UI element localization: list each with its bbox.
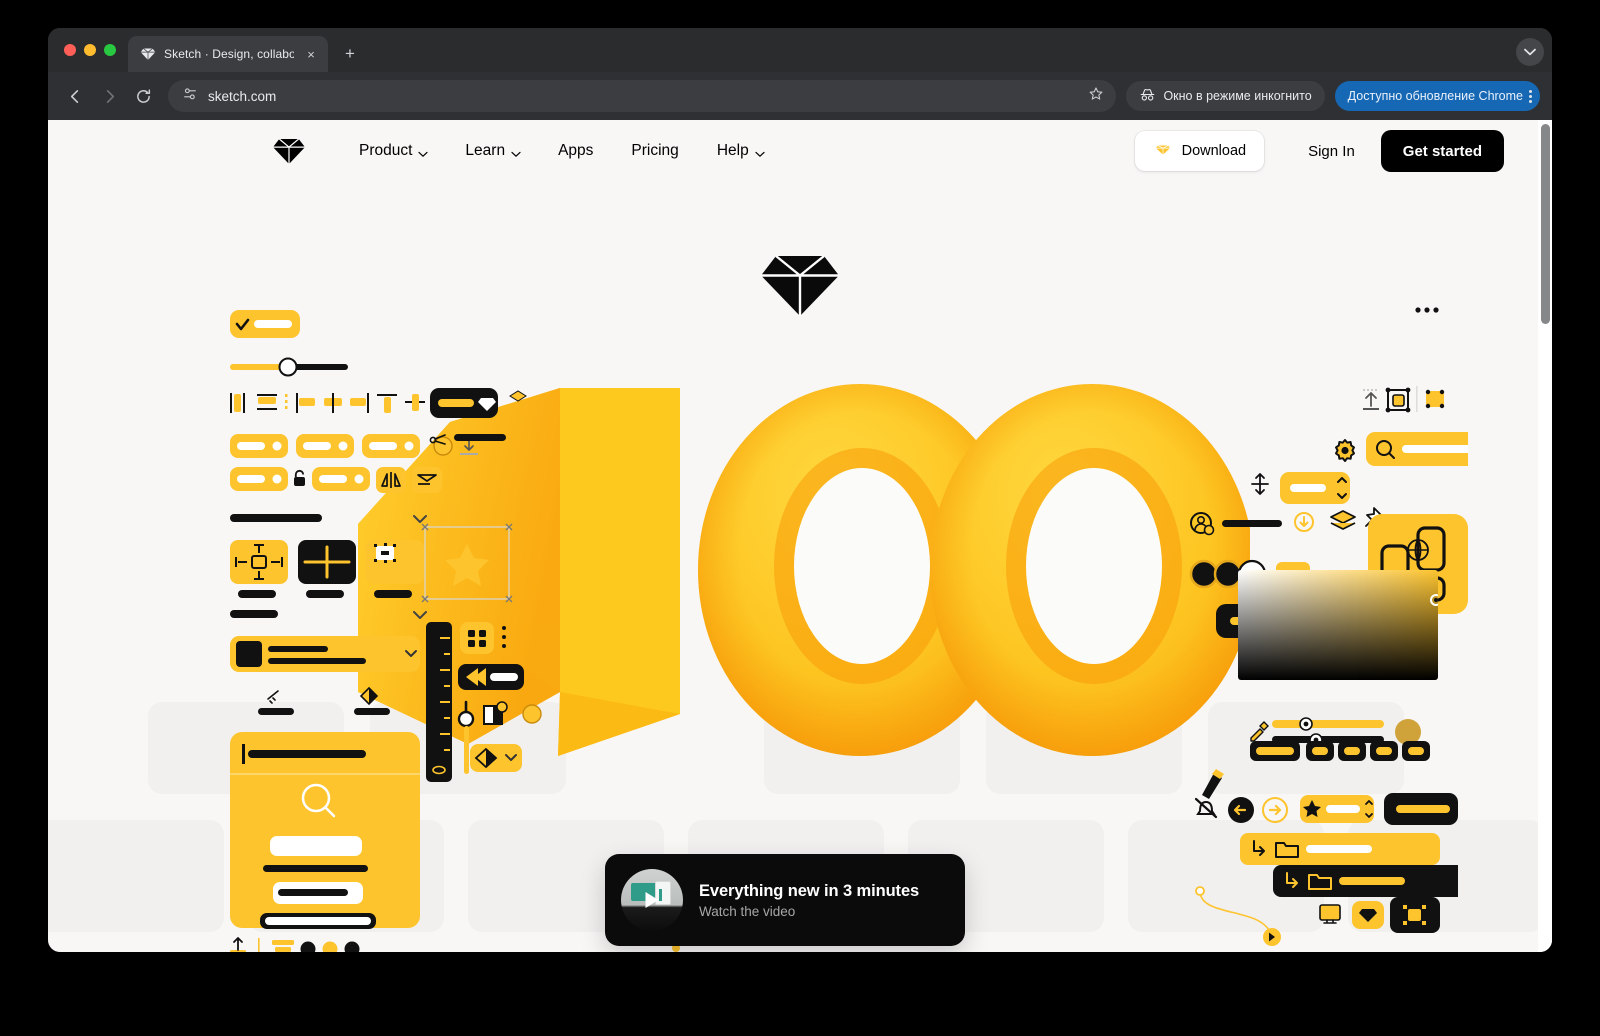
gear-icon bbox=[1335, 439, 1355, 462]
star-selection-box bbox=[421, 523, 513, 603]
tab-close-icon[interactable]: × bbox=[302, 45, 320, 63]
arrow-right-circle-icon bbox=[1262, 797, 1288, 823]
video-subtitle: Watch the video bbox=[699, 903, 796, 919]
watch-video-card[interactable]: Everything new in 3 minutes Watch the vi… bbox=[605, 854, 965, 946]
color-swatch-icon bbox=[483, 701, 508, 725]
layers-icon bbox=[1330, 510, 1356, 530]
url-text: sketch.com bbox=[208, 88, 277, 104]
window-traffic-lights bbox=[60, 28, 128, 72]
nav-item-pricing[interactable]: Pricing bbox=[612, 132, 697, 170]
kebab-menu-icon[interactable] bbox=[1529, 89, 1532, 103]
incognito-icon bbox=[1139, 88, 1156, 105]
get-started-button[interactable]: Get started bbox=[1380, 130, 1504, 172]
tune-icon[interactable] bbox=[182, 86, 198, 107]
nav-links: Product Learn Apps Pricing Help bbox=[340, 132, 783, 170]
browser-toolbar: sketch.com Окно в режиме инкогнито Досту… bbox=[48, 72, 1552, 120]
play-icon bbox=[645, 892, 659, 908]
ruler-icon bbox=[426, 622, 452, 782]
download-button[interactable]: Download bbox=[1134, 131, 1265, 171]
video-title: Everything new in 3 minutes bbox=[699, 881, 920, 900]
sketch-app-icon bbox=[1152, 139, 1173, 163]
grid-icon bbox=[460, 622, 494, 654]
sketch-logo-icon[interactable] bbox=[272, 138, 306, 165]
page-viewport: Product Learn Apps Pricing Help Download… bbox=[48, 120, 1552, 952]
browser-window: Sketch · Design, collaborate, × + bbox=[48, 28, 1552, 952]
chevron-down-icon bbox=[418, 145, 429, 157]
video-thumbnail bbox=[621, 869, 683, 931]
arrow-left-circle-icon bbox=[1228, 797, 1254, 823]
resize-vertical-icon bbox=[1251, 473, 1269, 495]
person-gear-icon bbox=[1425, 389, 1445, 409]
page-scrollbar[interactable] bbox=[1538, 120, 1552, 952]
nav-item-label: Help bbox=[716, 142, 749, 159]
reload-button[interactable] bbox=[128, 81, 158, 111]
right-lower-ui-collage bbox=[1188, 767, 1458, 947]
nav-item-help[interactable]: Help bbox=[698, 132, 783, 170]
more-vertical-icon bbox=[502, 626, 506, 648]
window-close-button[interactable] bbox=[64, 44, 76, 56]
color-swatch-buttons-row bbox=[1250, 737, 1430, 767]
export-icon bbox=[1363, 389, 1379, 410]
tab-title: Sketch · Design, collaborate, bbox=[164, 47, 294, 61]
window-zoom-button[interactable] bbox=[104, 44, 116, 56]
update-label: Доступно обновление Chrome bbox=[1347, 89, 1523, 103]
nav-item-apps[interactable]: Apps bbox=[539, 132, 612, 170]
download-label: Download bbox=[1181, 143, 1247, 159]
site-navigation: Product Learn Apps Pricing Help Download… bbox=[48, 120, 1552, 182]
address-bar[interactable]: sketch.com bbox=[168, 80, 1117, 112]
nav-item-label: Product bbox=[359, 142, 413, 159]
hero-sketch-diamond-icon bbox=[759, 254, 841, 318]
incognito-label: Окно в режиме инкогнито bbox=[1163, 89, 1312, 103]
incognito-indicator[interactable]: Окно в режиме инкогнито bbox=[1126, 81, 1325, 111]
bell-off-icon bbox=[1194, 797, 1218, 819]
person-gear-icon bbox=[1190, 512, 1215, 536]
chevron-down-icon bbox=[755, 145, 765, 157]
lock-icon bbox=[294, 469, 305, 486]
desktop-backdrop: Sketch · Design, collaborate, × + bbox=[0, 0, 1600, 1036]
chrome-update-button[interactable]: Доступно обновление Chrome bbox=[1334, 81, 1540, 111]
symbol-icon bbox=[1385, 387, 1411, 413]
star-icon[interactable] bbox=[1088, 86, 1104, 106]
monitor-icon bbox=[1319, 904, 1341, 924]
download-circle-icon bbox=[1294, 512, 1314, 532]
sign-in-link[interactable]: Sign In bbox=[1282, 143, 1381, 160]
tab-search-chevron-down-icon[interactable] bbox=[1516, 38, 1544, 66]
nav-item-product[interactable]: Product bbox=[340, 132, 446, 170]
hero-section: Everything new in 3 minutes Watch the vi… bbox=[48, 182, 1552, 952]
forward-button[interactable] bbox=[94, 81, 124, 111]
new-tab-button[interactable]: + bbox=[336, 40, 364, 68]
browser-tab[interactable]: Sketch · Design, collaborate, × bbox=[128, 36, 328, 72]
chevron-down-icon bbox=[511, 145, 521, 157]
rewind-icon bbox=[458, 664, 524, 690]
window-minimize-button[interactable] bbox=[84, 44, 96, 56]
left-tools-collage bbox=[420, 522, 550, 892]
nav-item-learn[interactable]: Learn bbox=[446, 132, 539, 170]
back-button[interactable] bbox=[60, 81, 90, 111]
tab-strip: Sketch · Design, collaborate, × + bbox=[48, 28, 1552, 72]
sketch-diamond-icon bbox=[140, 46, 156, 62]
pen-icon bbox=[1202, 769, 1224, 799]
gradient-icon bbox=[470, 744, 522, 772]
nav-item-label: Learn bbox=[465, 142, 506, 159]
